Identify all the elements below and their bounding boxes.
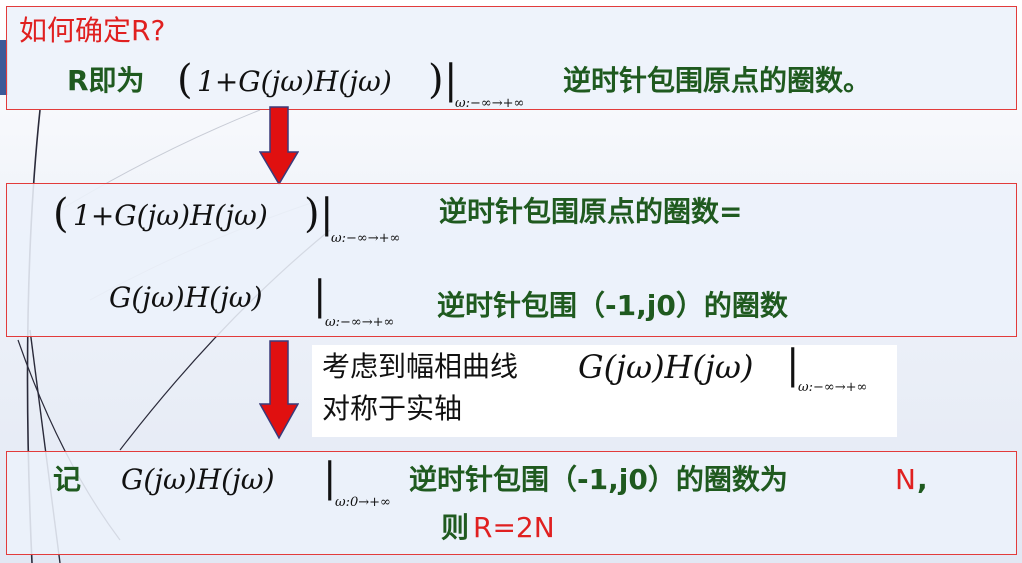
line2-text: 逆时针包围（-1,j0）的圈数 xyxy=(437,289,788,322)
question-title: 如何确定R? xyxy=(19,14,166,47)
expr-gh: G(jω)H(jω) xyxy=(121,463,275,496)
result-formula: R=2N xyxy=(473,511,555,544)
expr-open-paren: ( xyxy=(53,191,69,237)
expr-close-paren: ) xyxy=(428,57,444,103)
omega-range-subscript: ω:−∞→+∞ xyxy=(331,231,401,246)
question-box: 如何确定R? R即为 ( 1+G(jω)H(jω) ) | ω:−∞→+∞ 逆时… xyxy=(6,6,1017,110)
comma: , xyxy=(917,463,928,496)
omega-range-subscript: ω:0→+∞ xyxy=(335,495,391,510)
conclusion-text: 逆时针包围（-1,j0）的圈数为 xyxy=(409,463,788,496)
omega-range-subscript: ω:−∞→+∞ xyxy=(325,315,395,330)
equivalence-box: ( 1+G(jω)H(jω) ) | ω:−∞→+∞ 逆时针包围原点的圈数= G… xyxy=(6,183,1017,337)
line1-text: 逆时针包围原点的圈数= xyxy=(439,195,743,228)
expr-open-paren: ( xyxy=(177,57,193,103)
note-line2-text: 对称于实轴 xyxy=(322,392,463,425)
omega-range-subscript: ω:−∞→+∞ xyxy=(798,380,868,395)
r-prefix: R即为 xyxy=(67,64,145,97)
expr-close-paren: ) xyxy=(304,191,320,237)
omega-range-subscript: ω:−∞→+∞ xyxy=(455,96,525,111)
conclusion-box: 记 G(jω)H(jω) | ω:0→+∞ 逆时针包围（-1,j0）的圈数为 N… xyxy=(6,451,1017,555)
down-arrow-1 xyxy=(259,106,299,186)
expr-gh: G(jω)H(jω) xyxy=(578,348,754,386)
expr-1gh: 1+G(jω)H(jω) xyxy=(197,65,392,98)
ze-label: 则 xyxy=(441,511,470,544)
expr-gh: G(jω)H(jω) xyxy=(109,281,263,314)
down-arrow-2 xyxy=(259,340,299,440)
ji-label: 记 xyxy=(53,463,82,496)
expr-1gh: 1+G(jω)H(jω) xyxy=(73,199,268,232)
symmetry-note: 考虑到幅相曲线 G(jω)H(jω) | ω:−∞→+∞ 对称于实轴 xyxy=(312,345,897,437)
evaluation-bar: | xyxy=(444,57,458,103)
note-line1-text: 考虑到幅相曲线 xyxy=(322,350,519,383)
evaluation-bar: | xyxy=(320,191,334,237)
evaluation-bar: | xyxy=(323,455,337,501)
box1-tail-text: 逆时针包围原点的圈数。 xyxy=(563,64,872,97)
evaluation-bar: | xyxy=(786,342,800,388)
n-symbol: N xyxy=(895,463,916,496)
evaluation-bar: | xyxy=(313,273,327,319)
